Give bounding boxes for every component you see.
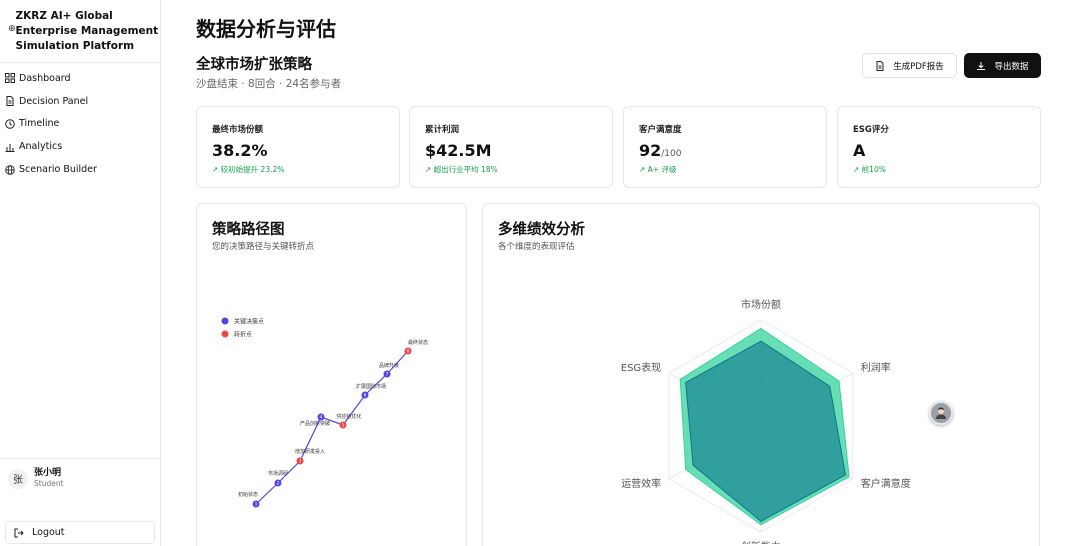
export-data-label: 导出数据 [994, 61, 1029, 72]
download-icon [977, 61, 986, 70]
sidebar-item-label: Timeline [19, 118, 60, 130]
grid-icon [5, 73, 15, 84]
stat-value-suffix: /100 [661, 149, 682, 159]
stat-label: 最终市场份额 [212, 125, 264, 135]
radar-chart: 市场份额利润率客户满意度创新能力 运营效率 ESG表现 [621, 298, 911, 544]
path-point-number: 4 [320, 415, 323, 421]
stat-label: 客户满意度 [639, 125, 682, 135]
sidebar-item-label: Scenario Builder [19, 164, 97, 176]
user-name: 张小明 [34, 468, 62, 478]
path-point-label: 市场调研 [268, 470, 288, 477]
user-profile[interactable]: 张 张小明 Student [0, 458, 160, 498]
stat-value-main: 92 [639, 141, 662, 160]
document-icon [876, 60, 884, 71]
radar-axis-label: 利润率 [861, 361, 891, 374]
clock-icon [5, 119, 15, 129]
scenario-meta: 沙盘结束 · 8回合 · 24名参与者 [196, 78, 342, 90]
radar-axis-label: 市场份额 [741, 298, 781, 311]
strategy-path-chart: 关键决策点转折点 1 初始状态 2 市场调研 3 增加研发投入 4产品创新突破 5 供应链优化 6 扩… [221, 317, 428, 508]
path-point-number: 3 [299, 459, 302, 465]
sidebar-item-label: Decision Panel [19, 95, 89, 107]
export-data-button[interactable]: 导出数据 [964, 53, 1041, 78]
user-role: Student [34, 479, 64, 488]
stat-note: ↗ 超出行业平均 18% [425, 165, 498, 174]
path-point-label: 增加研发投入 [295, 448, 325, 455]
avatar: 张 [8, 468, 28, 489]
path-point-label: 扩展国际市场 [356, 383, 386, 390]
radar-axis-label: ESG表现 [621, 361, 661, 374]
sidebar-item-decision-panel[interactable]: Decision Panel [0, 90, 160, 113]
radar-axis-label: 创新能力 [741, 540, 781, 544]
path-point-label: 最终状态 [408, 339, 428, 346]
globe-icon [5, 164, 15, 175]
stat-value-main: 38.2% [212, 141, 268, 160]
stat-value: $42.5M [425, 141, 612, 160]
sidebar-item-label: Dashboard [19, 72, 71, 84]
globe-logo-icon: ⊕ [8, 24, 16, 34]
brand-line: ZKRZ AI+ Global [15, 10, 113, 22]
bar-chart-icon [5, 143, 15, 152]
stat-card-market-share: 最终市场份额 38.2% ↗ 较初始提升 23.2% [196, 106, 400, 188]
stat-value: 92/100 [639, 141, 826, 160]
stat-value-main: A [853, 141, 866, 160]
person-icon [936, 407, 946, 419]
stat-card-satisfaction: 客户满意度 92/100 ↗ A+ 评级 [623, 106, 827, 188]
sidebar-nav: Dashboard Decision Panel Timeline Analyt… [0, 63, 160, 181]
path-point-label: 供应链优化 [336, 413, 361, 420]
stat-value-main: $42.5M [425, 141, 492, 160]
stat-value: A [853, 141, 1040, 160]
stat-label: 累计利润 [425, 125, 460, 135]
path-point-label: 品牌升级 [379, 362, 399, 369]
logout-label: Logout [32, 527, 65, 538]
brand-name: ZKRZ AI+ Global Enterprise Management Si… [16, 9, 159, 62]
path-point-label: 产品创新突破 [300, 420, 330, 427]
stat-note: ↗ 前10% [853, 165, 886, 174]
legend-label: 转折点 [234, 331, 252, 339]
sidebar-item-dashboard[interactable]: Dashboard [0, 67, 160, 90]
sidebar-item-analytics[interactable]: Analytics [0, 135, 160, 158]
assistant-avatar-icon[interactable] [929, 401, 953, 425]
file-icon [6, 96, 14, 107]
stat-label: ESG评分 [853, 125, 889, 135]
radar-axis-label: 客户满意度 [861, 477, 911, 490]
sidebar-item-label: Analytics [19, 141, 63, 153]
sidebar-item-timeline[interactable]: Timeline [0, 113, 160, 136]
path-point-number: 6 [364, 393, 367, 399]
generate-pdf-label: 生成PDF报告 [893, 61, 944, 72]
legend-label: 关键决策点 [234, 318, 264, 326]
stat-value: 38.2% [212, 141, 399, 160]
stat-note: ↗ 较初始提升 23.2% [212, 165, 285, 174]
radar-axis-label: 运营效率 [621, 477, 661, 490]
stat-note: ↗ A+ 评级 [639, 165, 677, 174]
path-point-number: 1 [255, 502, 258, 508]
stat-card-esg: ESG评分 A ↗ 前10% [837, 106, 1041, 188]
performance-radar-card: 多维绩效分析 各个维度的表现评估 市场份额利润率客户满意度创新能力运营效率ESG… [482, 203, 1040, 546]
brand[interactable]: ⊕ ZKRZ AI+ Global Enterprise Management … [0, 0, 160, 63]
path-point-number: 5 [342, 423, 345, 429]
logout-icon [14, 528, 24, 537]
scenario-title: 全球市场扩张策略 [196, 57, 312, 73]
path-point-label: 初始状态 [238, 491, 258, 498]
sidebar: ⊕ ZKRZ AI+ Global Enterprise Management … [0, 0, 161, 546]
stat-card-profit: 累计利润 $42.5M ↗ 超出行业平均 18% [409, 106, 613, 188]
legend-marker [221, 330, 229, 338]
strategy-path-card: 策略路径图 您的决策路径与关键转折点 关键决策点 转折点 1 初始状态 2 市场调研 3 增加… [196, 203, 467, 546]
page-title: 数据分析与评估 [196, 17, 336, 41]
path-point-number: 8 [407, 349, 410, 355]
brand-line: Enterprise Management [15, 25, 159, 37]
generate-pdf-button[interactable]: 生成PDF报告 [862, 53, 957, 78]
logout-button[interactable]: Logout [5, 521, 155, 544]
brand-line: Simulation Platform [15, 40, 135, 52]
path-point-number: 7 [386, 372, 389, 378]
legend-marker [221, 317, 229, 325]
sidebar-item-scenario-builder[interactable]: Scenario Builder [0, 158, 160, 181]
path-point-number: 2 [277, 481, 280, 487]
